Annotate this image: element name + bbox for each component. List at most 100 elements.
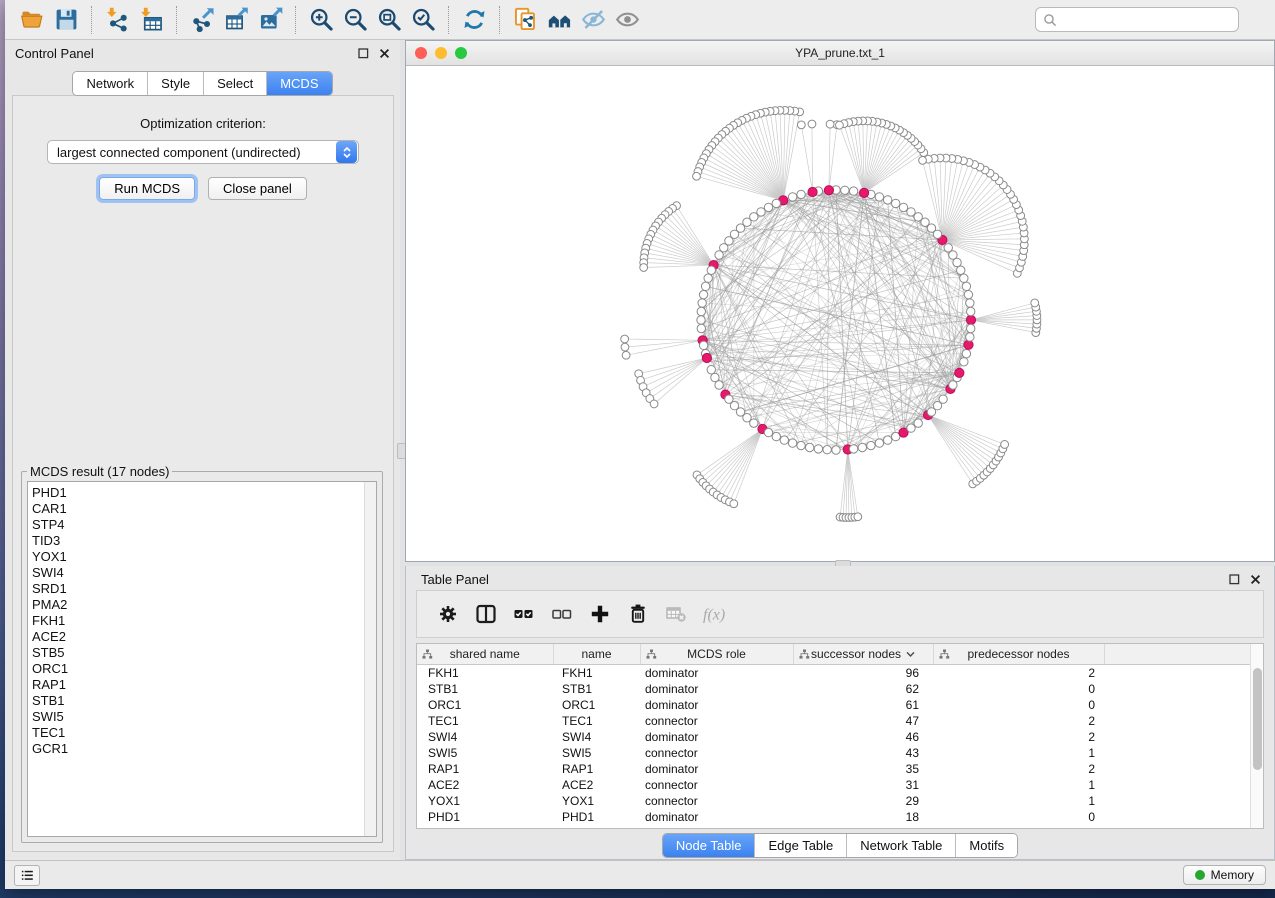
table-row[interactable]: PHD1PHD1dominator180 xyxy=(417,809,1253,825)
tab-style[interactable]: Style xyxy=(147,72,203,95)
table-cell[interactable]: 2 xyxy=(933,761,1104,777)
scrollbar-thumb[interactable] xyxy=(1253,668,1262,770)
table-cell[interactable]: ORC1 xyxy=(417,697,553,713)
float-panel-icon[interactable] xyxy=(1229,574,1240,585)
zoom-selected-icon[interactable] xyxy=(406,4,440,36)
mcds-result-item[interactable]: STP4 xyxy=(28,517,376,533)
table-cell[interactable]: dominator xyxy=(640,697,793,713)
table-cell[interactable]: PHD1 xyxy=(417,809,553,825)
table-cell[interactable] xyxy=(1104,793,1253,809)
table-cell[interactable] xyxy=(1104,745,1253,761)
network-from-selection-icon[interactable] xyxy=(508,4,542,36)
table-cell[interactable]: SWI5 xyxy=(417,745,553,761)
table-cell[interactable]: 96 xyxy=(793,664,933,681)
table-cell[interactable]: dominator xyxy=(640,729,793,745)
table-cell[interactable]: dominator xyxy=(640,681,793,697)
mcds-result-item[interactable]: SWI4 xyxy=(28,565,376,581)
table-cell[interactable]: 43 xyxy=(793,745,933,761)
run-mcds-button[interactable]: Run MCDS xyxy=(99,177,195,200)
table-cell[interactable]: 0 xyxy=(933,809,1104,825)
table-cell[interactable]: dominator xyxy=(640,761,793,777)
criterion-dropdown[interactable]: largest connected component (undirected) xyxy=(47,140,359,164)
mcds-result-item[interactable]: YOX1 xyxy=(28,549,376,565)
table-cell[interactable]: RAP1 xyxy=(553,761,640,777)
result-list-scrollbar[interactable] xyxy=(364,482,376,836)
mcds-result-item[interactable]: RAP1 xyxy=(28,677,376,693)
table-cell[interactable]: connector xyxy=(640,777,793,793)
network-canvas[interactable] xyxy=(406,66,1274,561)
tab-motifs[interactable]: Motifs xyxy=(955,834,1017,857)
table-cell[interactable]: ORC1 xyxy=(553,697,640,713)
zoom-in-icon[interactable] xyxy=(304,4,338,36)
close-panel-icon[interactable] xyxy=(1250,574,1261,585)
table-cell[interactable]: STB1 xyxy=(553,681,640,697)
show-all-icon[interactable] xyxy=(610,4,644,36)
table-cell[interactable]: ACE2 xyxy=(417,777,553,793)
table-row[interactable]: SWI4SWI4dominator462 xyxy=(417,729,1253,745)
table-cell[interactable]: SWI5 xyxy=(553,745,640,761)
table-cell[interactable]: 18 xyxy=(793,809,933,825)
table-cell[interactable] xyxy=(1104,697,1253,713)
table-cell[interactable]: 0 xyxy=(933,697,1104,713)
mcds-result-item[interactable]: PMA2 xyxy=(28,597,376,613)
table-cell[interactable]: SWI4 xyxy=(553,729,640,745)
table-row[interactable]: TEC1TEC1connector472 xyxy=(417,713,1253,729)
table-cell[interactable]: ACE2 xyxy=(553,777,640,793)
table-cell[interactable]: connector xyxy=(640,745,793,761)
zoom-fit-icon[interactable] xyxy=(372,4,406,36)
mcds-result-item[interactable]: ORC1 xyxy=(28,661,376,677)
mcds-result-item[interactable]: SWI5 xyxy=(28,709,376,725)
network-graph[interactable] xyxy=(406,66,1274,561)
table-cell[interactable] xyxy=(1104,761,1253,777)
table-cell[interactable] xyxy=(1104,809,1253,825)
table-row[interactable]: ORC1ORC1dominator610 xyxy=(417,697,1253,713)
table-row[interactable]: FKH1FKH1dominator962 xyxy=(417,664,1253,681)
import-network-icon[interactable] xyxy=(100,4,134,36)
task-history-button[interactable] xyxy=(14,865,40,886)
memory-button[interactable]: Memory xyxy=(1183,865,1266,885)
table-cell[interactable] xyxy=(1104,729,1253,745)
table-row[interactable]: STB1STB1dominator620 xyxy=(417,681,1253,697)
table-scrollbar[interactable] xyxy=(1250,644,1263,828)
table-cell[interactable]: 61 xyxy=(793,697,933,713)
table-cell[interactable]: connector xyxy=(640,793,793,809)
first-neighbors-icon[interactable] xyxy=(542,4,576,36)
table-cell[interactable]: 29 xyxy=(793,793,933,809)
mcds-result-item[interactable]: STB1 xyxy=(28,693,376,709)
refresh-view-icon[interactable] xyxy=(457,4,491,36)
table-cell[interactable]: 0 xyxy=(933,681,1104,697)
zoom-out-icon[interactable] xyxy=(338,4,372,36)
table-cell[interactable] xyxy=(1104,777,1253,793)
mcds-result-list[interactable]: PHD1CAR1STP4TID3YOX1SWI4SRD1PMA2FKH1ACE2… xyxy=(27,481,377,837)
close-panel-icon[interactable] xyxy=(379,48,390,59)
table-row[interactable]: YOX1YOX1connector291 xyxy=(417,793,1253,809)
table-row[interactable]: ACE2ACE2connector311 xyxy=(417,777,1253,793)
table-row[interactable]: RAP1RAP1dominator352 xyxy=(417,761,1253,777)
export-network-icon[interactable] xyxy=(185,4,219,36)
table-cell[interactable]: connector xyxy=(640,713,793,729)
table-cell[interactable]: YOX1 xyxy=(553,793,640,809)
table-cell[interactable]: FKH1 xyxy=(553,664,640,681)
table-row[interactable]: SWI5SWI5connector431 xyxy=(417,745,1253,761)
export-image-icon[interactable] xyxy=(253,4,287,36)
tab-mcds[interactable]: MCDS xyxy=(266,72,331,95)
export-table-icon[interactable] xyxy=(219,4,253,36)
table-cell[interactable]: TEC1 xyxy=(553,713,640,729)
hide-selected-icon[interactable] xyxy=(576,4,610,36)
table-cell[interactable]: FKH1 xyxy=(417,664,553,681)
table-cell[interactable]: 2 xyxy=(933,729,1104,745)
table-cell[interactable]: RAP1 xyxy=(417,761,553,777)
mcds-result-item[interactable]: TEC1 xyxy=(28,725,376,741)
table-cell[interactable]: 31 xyxy=(793,777,933,793)
tab-network[interactable]: Network xyxy=(73,72,147,95)
mcds-result-item[interactable]: PHD1 xyxy=(28,485,376,501)
table-mode-gear-icon[interactable] xyxy=(429,596,467,632)
delete-columns-icon[interactable] xyxy=(619,596,657,632)
table-cell[interactable]: YOX1 xyxy=(417,793,553,809)
tab-edge-table[interactable]: Edge Table xyxy=(754,834,846,857)
column-header-successor-nodes[interactable]: successor nodes xyxy=(793,644,933,664)
table-cell[interactable] xyxy=(1104,664,1253,681)
column-header-predecessor-nodes[interactable]: predecessor nodes xyxy=(933,644,1104,664)
tab-node-table[interactable]: Node Table xyxy=(663,834,755,857)
column-header-name[interactable]: name xyxy=(553,644,640,664)
